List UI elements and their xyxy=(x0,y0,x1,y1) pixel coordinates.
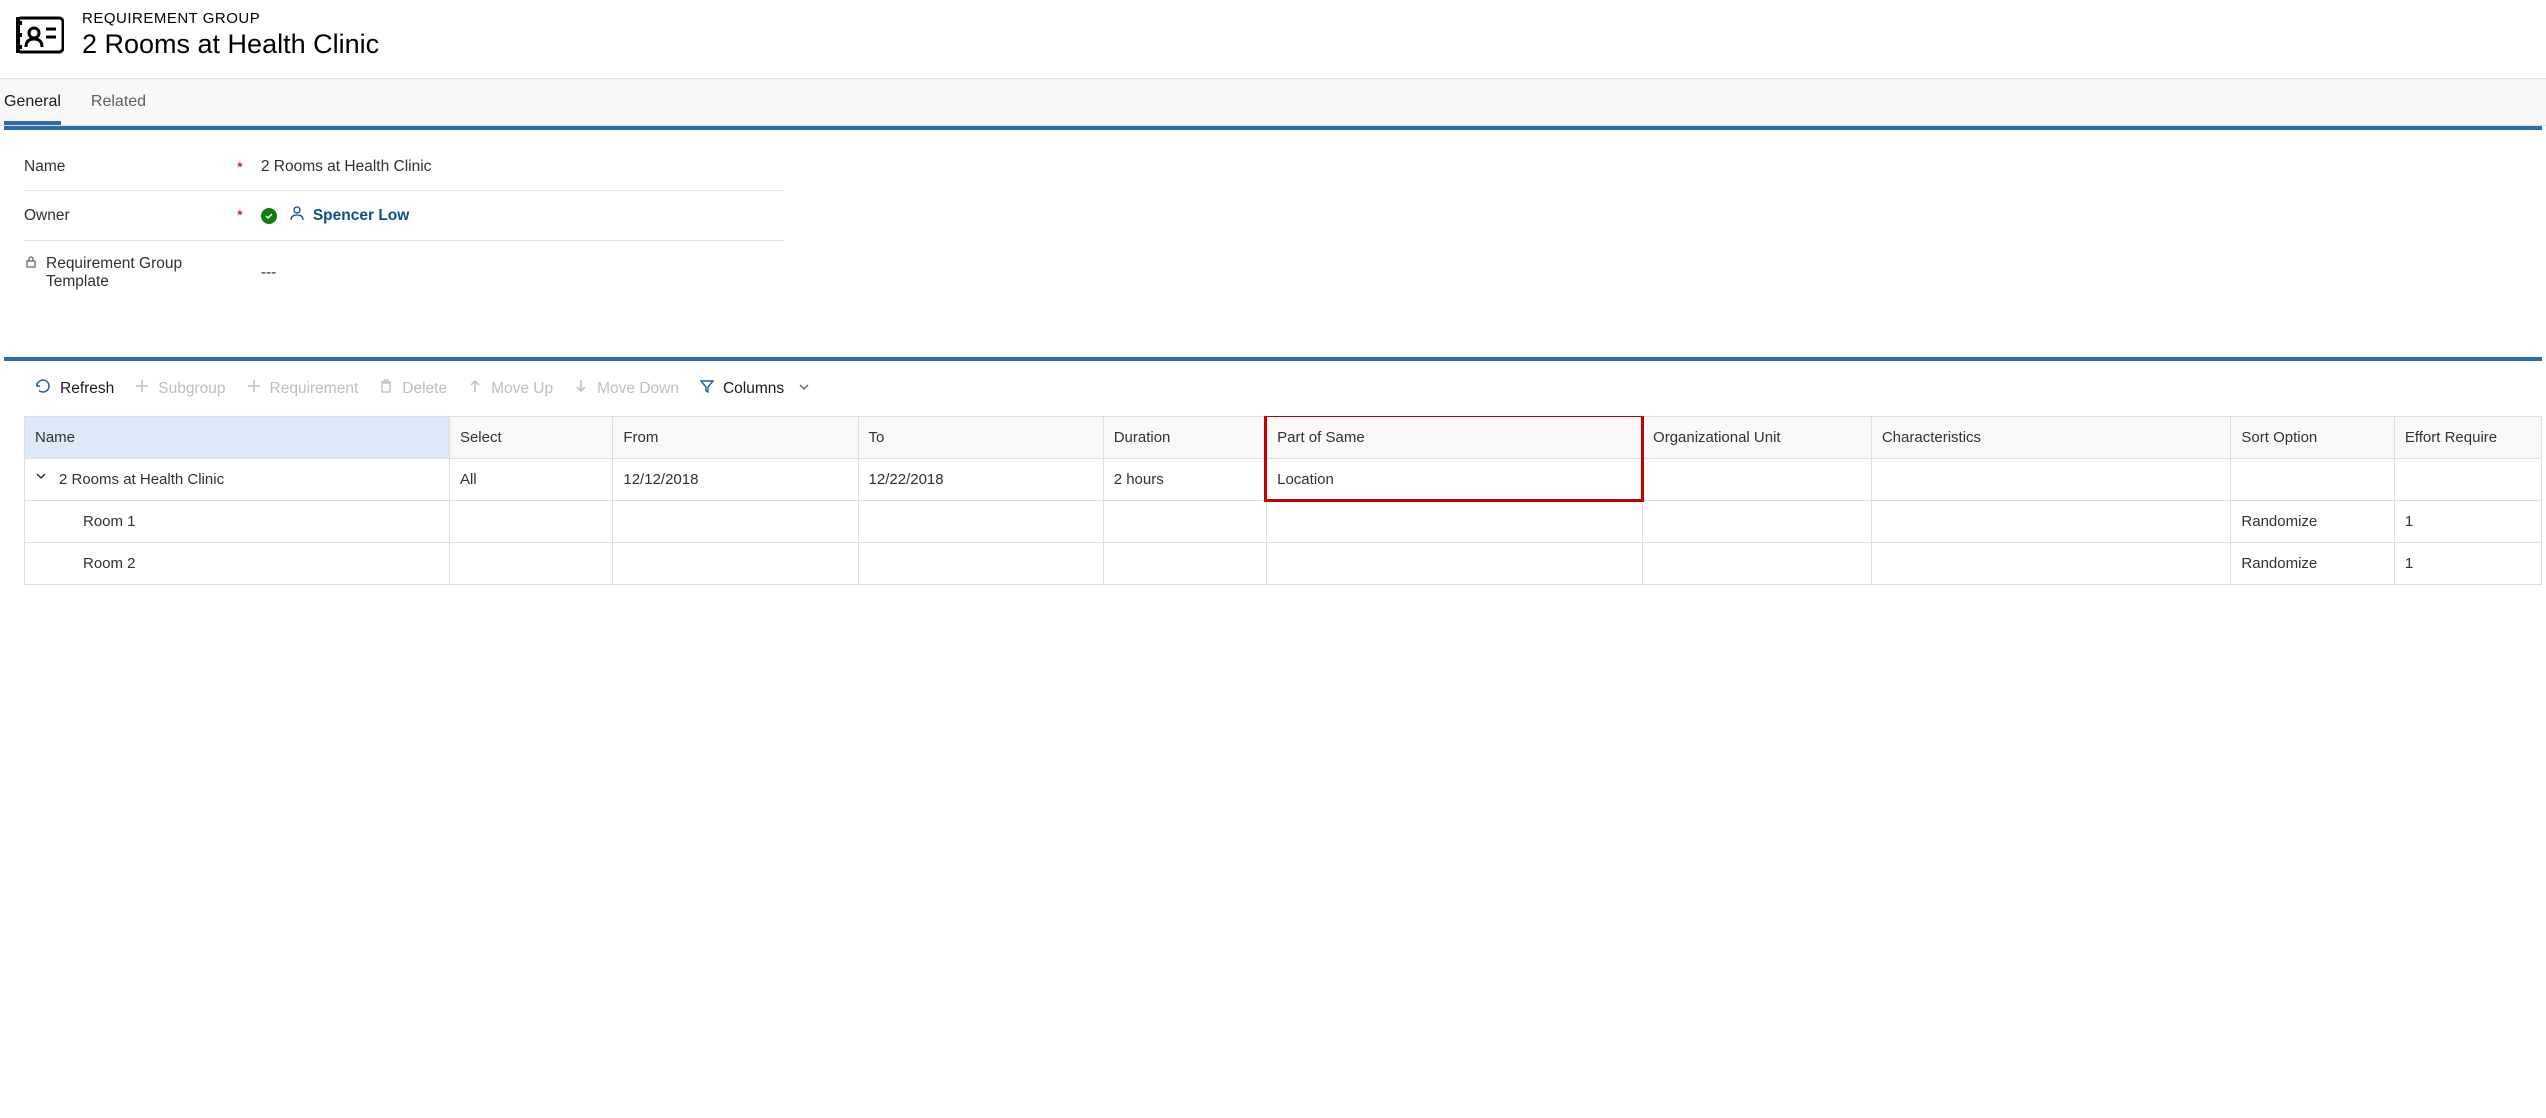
refresh-button[interactable]: Refresh xyxy=(34,377,114,400)
page-title: 2 Rooms at Health Clinic xyxy=(82,29,379,60)
cell-characteristics[interactable] xyxy=(1871,543,2231,585)
table-row[interactable]: Room 1 Randomize 1 xyxy=(25,501,2542,543)
table-row[interactable]: 2 Rooms at Health Clinic All 12/12/2018 … xyxy=(25,459,2542,501)
cell-duration[interactable]: 2 hours xyxy=(1103,459,1266,501)
columns-button[interactable]: Columns xyxy=(699,378,810,399)
col-name[interactable]: Name xyxy=(25,417,450,459)
cell-duration[interactable] xyxy=(1103,501,1266,543)
required-star-icon: * xyxy=(237,159,243,176)
cell-to[interactable]: 12/22/2018 xyxy=(858,459,1103,501)
tab-general[interactable]: General xyxy=(4,79,61,125)
refresh-label: Refresh xyxy=(60,380,114,398)
owner-link[interactable]: Spencer Low xyxy=(313,207,409,225)
chevron-down-icon[interactable] xyxy=(35,470,47,485)
col-select[interactable]: Select xyxy=(449,417,612,459)
cell-name[interactable]: Room 1 xyxy=(25,501,450,543)
label-template: Requirement Group Template xyxy=(46,255,206,291)
cell-duration[interactable] xyxy=(1103,543,1266,585)
cell-sortoption[interactable]: Randomize xyxy=(2231,501,2394,543)
value-name[interactable]: 2 Rooms at Health Clinic xyxy=(261,158,784,176)
cell-to[interactable] xyxy=(858,501,1103,543)
arrow-down-icon xyxy=(573,378,589,399)
movedown-label: Move Down xyxy=(597,380,679,398)
col-duration[interactable]: Duration xyxy=(1103,417,1266,459)
col-characteristics[interactable]: Characteristics xyxy=(1871,417,2231,459)
cell-orgunit[interactable] xyxy=(1643,459,1872,501)
filter-icon xyxy=(699,378,715,399)
template-text: --- xyxy=(261,264,277,282)
name-text: 2 Rooms at Health Clinic xyxy=(261,158,432,176)
cell-select[interactable] xyxy=(449,501,612,543)
field-owner: Owner * Spencer Low xyxy=(24,191,784,241)
subgroup-label: Subgroup xyxy=(158,380,225,398)
lock-icon xyxy=(24,255,38,273)
row1-name: Room 1 xyxy=(83,513,136,530)
col-sortoption[interactable]: Sort Option xyxy=(2231,417,2394,459)
field-name: Name * 2 Rooms at Health Clinic xyxy=(24,144,784,191)
cell-effort[interactable]: 1 xyxy=(2394,543,2541,585)
cell-sortoption[interactable]: Randomize xyxy=(2231,543,2394,585)
subgroup-button[interactable]: Subgroup xyxy=(134,378,225,399)
delete-label: Delete xyxy=(402,380,447,398)
trash-icon xyxy=(378,378,394,399)
columns-label: Columns xyxy=(723,380,784,398)
cell-from[interactable]: 12/12/2018 xyxy=(613,459,858,501)
person-icon xyxy=(289,205,305,226)
grid-section: Refresh Subgroup Requirement Delete Move… xyxy=(4,357,2542,605)
value-owner[interactable]: Spencer Low xyxy=(261,205,784,226)
tabs: General Related xyxy=(0,78,2546,126)
requirement-button[interactable]: Requirement xyxy=(246,378,359,399)
form-section: Name * 2 Rooms at Health Clinic Owner * … xyxy=(4,126,2542,335)
cell-select[interactable]: All xyxy=(449,459,612,501)
grid-toolbar: Refresh Subgroup Requirement Delete Move… xyxy=(4,361,2542,416)
entity-icon xyxy=(16,11,64,59)
row2-name: Room 2 xyxy=(83,555,136,572)
moveup-label: Move Up xyxy=(491,380,553,398)
cell-partofsame[interactable] xyxy=(1267,543,1643,585)
label-name: Name xyxy=(24,158,65,176)
cell-partofsame[interactable]: Location xyxy=(1267,459,1643,501)
col-to[interactable]: To xyxy=(858,417,1103,459)
cell-name[interactable]: Room 2 xyxy=(25,543,450,585)
cell-select[interactable] xyxy=(449,543,612,585)
plus-icon xyxy=(134,378,150,399)
row0-name: 2 Rooms at Health Clinic xyxy=(59,471,224,488)
col-orgunit[interactable]: Organizational Unit xyxy=(1643,417,1872,459)
col-effort[interactable]: Effort Require xyxy=(2394,417,2541,459)
cell-from[interactable] xyxy=(613,501,858,543)
delete-button[interactable]: Delete xyxy=(378,378,447,399)
cell-characteristics[interactable] xyxy=(1871,459,2231,501)
cell-orgunit[interactable] xyxy=(1643,543,1872,585)
cell-effort[interactable] xyxy=(2394,459,2541,501)
required-star-icon: * xyxy=(237,207,243,224)
cell-name[interactable]: 2 Rooms at Health Clinic xyxy=(25,459,450,501)
cell-sortoption[interactable] xyxy=(2231,459,2394,501)
cell-orgunit[interactable] xyxy=(1643,501,1872,543)
grid-wrap: Name Select From To Duration Part of Sam… xyxy=(4,416,2542,605)
refresh-icon xyxy=(34,377,52,400)
entity-label: REQUIREMENT GROUP xyxy=(82,10,379,27)
cell-partofsame[interactable] xyxy=(1267,501,1643,543)
moveup-button[interactable]: Move Up xyxy=(467,378,553,399)
cell-from[interactable] xyxy=(613,543,858,585)
cell-characteristics[interactable] xyxy=(1871,501,2231,543)
value-template[interactable]: --- xyxy=(261,264,784,282)
field-template: Requirement Group Template * --- xyxy=(24,241,784,305)
table-row[interactable]: Room 2 Randomize 1 xyxy=(25,543,2542,585)
tab-related[interactable]: Related xyxy=(91,79,146,125)
requirement-label: Requirement xyxy=(270,380,359,398)
col-from[interactable]: From xyxy=(613,417,858,459)
arrow-up-icon xyxy=(467,378,483,399)
cell-to[interactable] xyxy=(858,543,1103,585)
cell-effort[interactable]: 1 xyxy=(2394,501,2541,543)
page-header: REQUIREMENT GROUP 2 Rooms at Health Clin… xyxy=(0,0,2546,78)
movedown-button[interactable]: Move Down xyxy=(573,378,679,399)
col-partofsame[interactable]: Part of Same xyxy=(1267,417,1643,459)
requirements-table: Name Select From To Duration Part of Sam… xyxy=(24,416,2542,585)
presence-available-icon xyxy=(261,208,277,224)
label-owner: Owner xyxy=(24,207,70,225)
plus-icon xyxy=(246,378,262,399)
chevron-down-icon xyxy=(798,380,810,398)
table-header-row: Name Select From To Duration Part of Sam… xyxy=(25,417,2542,459)
